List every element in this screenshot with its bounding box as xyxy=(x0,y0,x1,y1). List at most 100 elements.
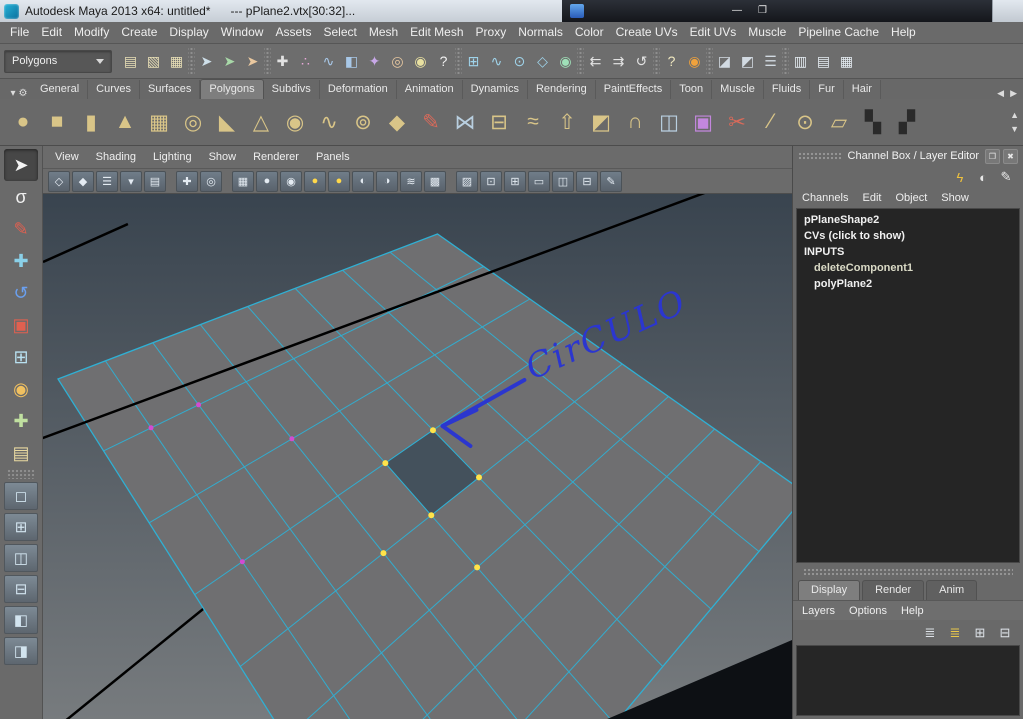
safe-action-icon[interactable]: ⊟ xyxy=(576,170,598,192)
checker-flag-icon[interactable]: ▞ xyxy=(890,101,924,143)
new-empty-layer-icon[interactable]: ⊞ xyxy=(970,623,990,642)
separate-icon[interactable]: ⊟ xyxy=(482,101,516,143)
status-icon[interactable] xyxy=(577,48,584,74)
anim-curve-icon[interactable]: ✎ xyxy=(997,168,1015,186)
selection-lock-icon[interactable]: ◉ xyxy=(683,49,706,73)
attribute-editor-toggle-icon[interactable]: ▥ xyxy=(789,49,812,73)
bridge-icon[interactable]: ∩ xyxy=(618,101,652,143)
help-line-icon[interactable]: ? xyxy=(660,49,683,73)
channel-box-menu-item[interactable]: Object xyxy=(895,192,927,204)
shelf-tab[interactable]: Deformation xyxy=(320,80,397,99)
use-default-lighting-icon[interactable]: ● xyxy=(304,170,326,192)
shelf-tab[interactable]: Hair xyxy=(844,80,881,99)
shaded-icon[interactable]: ● xyxy=(256,170,278,192)
lock-camera-icon[interactable]: ◆ xyxy=(72,170,94,192)
shelf-tab-selector-icon[interactable]: ▾ xyxy=(11,88,16,99)
show-manipulator-icon[interactable]: ✚ xyxy=(4,405,38,437)
channel-list-item[interactable]: pPlaneShape2 xyxy=(797,212,1019,228)
combine-icon[interactable]: ⋈ xyxy=(448,101,482,143)
layer-editor-tab[interactable]: Render xyxy=(862,580,925,600)
panel-float-icon[interactable]: ❐ xyxy=(985,148,1000,164)
menubar-item[interactable]: Create xyxy=(115,22,163,43)
layer-editor-tab[interactable]: Display xyxy=(798,580,861,600)
quad-draw-icon[interactable]: ▱ xyxy=(822,101,856,143)
poly-torus-icon[interactable]: ◎ xyxy=(176,101,210,143)
channel-box-menu-item[interactable]: Channels xyxy=(802,192,848,204)
shelf-tab[interactable]: Muscle xyxy=(712,80,764,99)
snap-curve-icon[interactable]: ∿ xyxy=(485,49,508,73)
mirror-icon[interactable]: ◫ xyxy=(652,101,686,143)
layout-persp-uv-icon[interactable]: ◨ xyxy=(4,637,38,665)
menubar-item[interactable]: Mesh xyxy=(363,22,404,43)
smooth-icon[interactable]: ≈ xyxy=(516,101,550,143)
file-save-icon[interactable]: ▦ xyxy=(165,49,188,73)
move-tool-icon[interactable]: ✚ xyxy=(4,245,38,277)
file-open-icon[interactable]: ▧ xyxy=(142,49,165,73)
layout-hypershade-icon[interactable]: ◧ xyxy=(4,606,38,634)
bookmark-icon[interactable]: ▾ xyxy=(120,170,142,192)
poly-cylinder-icon[interactable]: ▮ xyxy=(74,101,108,143)
layer-editor-tab[interactable]: Anim xyxy=(926,580,978,600)
shelf-tab[interactable]: Toon xyxy=(671,80,713,99)
viewport-menu-item[interactable]: View xyxy=(55,151,79,163)
mask-handles-icon[interactable]: ✚ xyxy=(271,49,294,73)
shelf-tab-prev-icon[interactable]: ◀ xyxy=(997,88,1004,99)
menubar-item[interactable]: Pipeline Cache xyxy=(792,22,885,43)
use-all-lights-icon[interactable]: ● xyxy=(328,170,350,192)
channel-list-item[interactable]: deleteComponent1 xyxy=(797,260,1019,276)
mask-points-icon[interactable]: ∴ xyxy=(294,49,317,73)
construction-history-icon[interactable]: ↺ xyxy=(630,49,653,73)
file-new-icon[interactable]: ▤ xyxy=(119,49,142,73)
output-connections-icon[interactable]: ⇉ xyxy=(607,49,630,73)
viewport-toolbar-icon[interactable] xyxy=(224,172,230,191)
rotate-tool-icon[interactable]: ↺ xyxy=(4,277,38,309)
viewport-menu-item[interactable]: Shading xyxy=(96,151,136,163)
resolution-gate-icon[interactable]: ▭ xyxy=(528,170,550,192)
menubar-item[interactable]: File xyxy=(4,22,35,43)
shelf-tab[interactable]: Fluids xyxy=(764,80,811,99)
menubar-item[interactable]: Edit xyxy=(35,22,68,43)
viewport-menu-item[interactable]: Show xyxy=(209,151,237,163)
menubar-item[interactable]: Display xyxy=(163,22,214,43)
layer-editor-menu-item[interactable]: Options xyxy=(849,605,887,617)
layer-editor-menu-item[interactable]: Help xyxy=(901,605,924,617)
shelf-tab[interactable]: Subdivs xyxy=(264,80,320,99)
channel-list-item[interactable]: polyPlane2 xyxy=(797,276,1019,292)
menu-set-selector[interactable]: Polygons xyxy=(4,49,112,73)
shelf-tab[interactable]: Curves xyxy=(88,80,140,99)
menubar-item[interactable]: Modify xyxy=(68,22,115,43)
oversampling-icon[interactable]: ◎ xyxy=(200,170,222,192)
menubar-item[interactable]: Window xyxy=(215,22,270,43)
image-plane-icon[interactable]: ▤ xyxy=(144,170,166,192)
channel-box-menu-item[interactable]: Edit xyxy=(862,192,881,204)
snap-grid-icon[interactable]: ⊞ xyxy=(462,49,485,73)
layout-persp-outliner-icon[interactable]: ◫ xyxy=(4,544,38,572)
shelf-tab[interactable]: Polygons xyxy=(200,79,264,99)
camera-attributes-icon[interactable]: ☰ xyxy=(96,170,118,192)
soft-mod-tool-icon[interactable]: ◉ xyxy=(4,373,38,405)
manipulator-display-icon[interactable]: ϟ xyxy=(951,168,969,186)
mask-deformations-icon[interactable]: ✦ xyxy=(363,49,386,73)
select-object-icon[interactable]: ➤ xyxy=(218,49,241,73)
merge-vertex-icon[interactable]: ⊙ xyxy=(788,101,822,143)
restore-icon[interactable]: ❐ xyxy=(758,0,767,22)
poly-cone-icon[interactable]: ▲ xyxy=(108,101,142,143)
shelf-tab[interactable]: PaintEffects xyxy=(596,80,672,99)
shelf-tab[interactable]: Animation xyxy=(397,80,463,99)
isolate-select-icon[interactable]: ⊡ xyxy=(480,170,502,192)
render-settings-icon[interactable]: ☰ xyxy=(759,49,782,73)
menubar-item[interactable]: Select xyxy=(317,22,362,43)
snap-point-icon[interactable]: ⊙ xyxy=(508,49,531,73)
motion-blur-icon[interactable]: ≋ xyxy=(400,170,422,192)
menubar-item[interactable]: Normals xyxy=(512,22,569,43)
select-camera-icon[interactable]: ◇ xyxy=(48,170,70,192)
multisample-icon[interactable]: ▩ xyxy=(424,170,446,192)
poly-sphere-icon[interactable]: ● xyxy=(6,101,40,143)
input-connections-icon[interactable]: ⇇ xyxy=(584,49,607,73)
channel-box-toggle-icon[interactable]: ▦ xyxy=(835,49,858,73)
layer-editor-menu-item[interactable]: Layers xyxy=(802,605,835,617)
uv-editor-icon[interactable]: ▣ xyxy=(686,101,720,143)
sculpt-tool-icon[interactable]: ✎ xyxy=(414,101,448,143)
menubar-item[interactable]: Assets xyxy=(269,22,317,43)
lasso-tool-icon[interactable]: σ xyxy=(4,181,38,213)
